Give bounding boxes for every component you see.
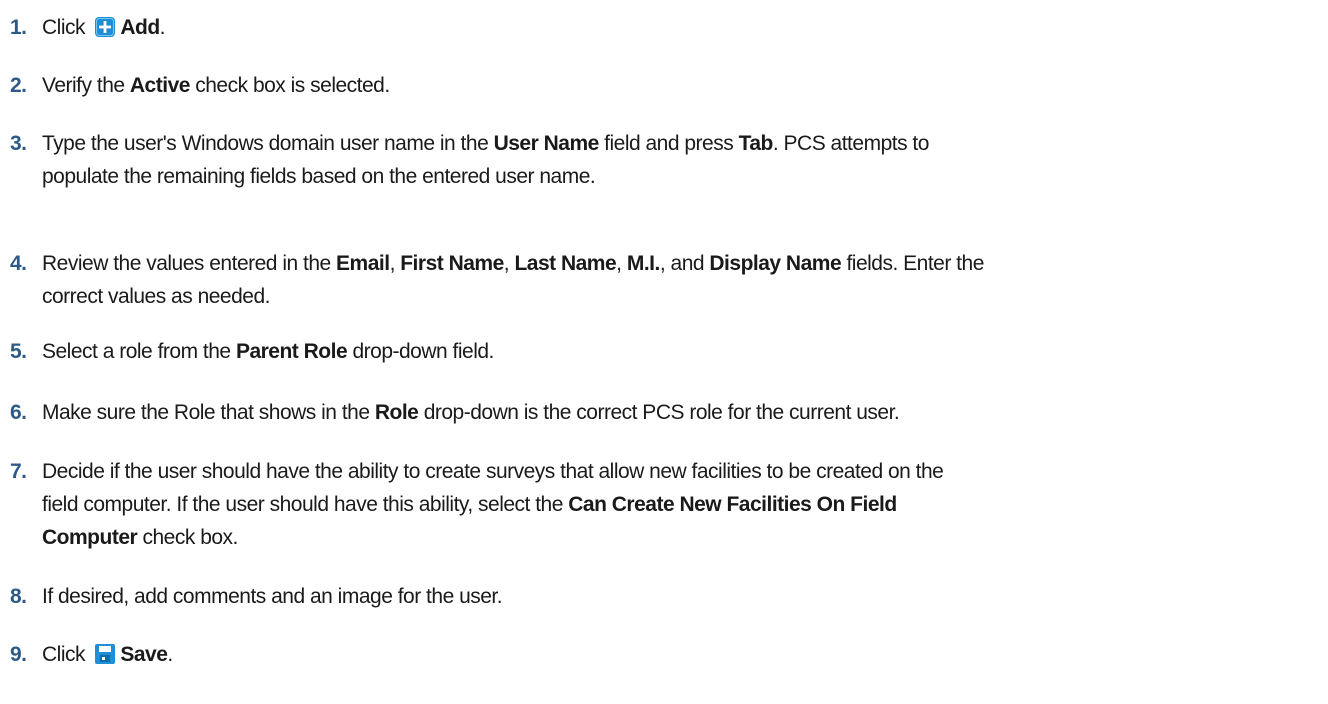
step-number: 1.: [10, 16, 27, 39]
step-text-line: Type the user's Windows domain user name…: [42, 127, 1312, 160]
step-number: 6.: [10, 401, 27, 424]
text-run: If desired, add comments and an image fo…: [42, 585, 503, 608]
text-run: . PCS attempts to: [772, 132, 930, 155]
step-text-line: Computer check box.: [42, 521, 1312, 554]
text-run: check box.: [137, 526, 239, 549]
text-run: correct values as needed.: [42, 285, 270, 308]
step-text-line: If desired, add comments and an image fo…: [42, 580, 1312, 613]
bold-term: User Name: [493, 132, 600, 155]
step-text-line: populate the remaining fields based on t…: [42, 160, 1312, 193]
text-run: Click: [42, 643, 91, 666]
bold-term: M.I.: [626, 252, 661, 275]
text-run: ,: [389, 252, 401, 275]
step-number: 8.: [10, 585, 27, 608]
text-run: drop-down is the correct PCS role for th…: [418, 401, 900, 424]
step-text-line: Verify the Active check box is selected.: [42, 69, 1312, 102]
text-run: Make sure the Role that shows in the: [42, 401, 375, 424]
text-run: Click: [42, 16, 91, 39]
text-run: populate the remaining fields based on t…: [42, 165, 596, 188]
step-text: Type the user's Windows domain user name…: [42, 127, 1312, 193]
text-run: Verify the: [42, 74, 130, 97]
bold-term: Display Name: [709, 252, 842, 275]
text-run: drop-down field.: [347, 340, 494, 363]
step-text: If desired, add comments and an image fo…: [42, 580, 1312, 613]
step-text-line: Click Add.: [42, 11, 1312, 44]
save-icon: [94, 642, 116, 664]
text-run: ,: [616, 252, 627, 275]
text-run: Select a role from the: [42, 340, 236, 363]
step-text-line: Click Save.: [42, 638, 1312, 671]
step-number: 5.: [10, 340, 27, 363]
bold-term: Active: [129, 74, 191, 97]
text-run: fields. Enter the: [841, 252, 984, 275]
step-text: Click Add.: [42, 11, 1312, 44]
step-text-line: correct values as needed.: [42, 280, 1312, 313]
step-number: 7.: [10, 460, 27, 483]
step-text: Decide if the user should have the abili…: [42, 455, 1312, 554]
text-run: .: [159, 16, 166, 39]
bold-term: Can Create New Facilities On Field: [568, 493, 897, 516]
bold-term: Role: [374, 401, 419, 424]
step-number: 2.: [10, 74, 27, 97]
bold-term: Email: [336, 252, 390, 275]
step-text-line: Decide if the user should have the abili…: [42, 455, 1312, 488]
step-text: Make sure the Role that shows in the Rol…: [42, 396, 1312, 429]
bold-term: Tab: [738, 132, 774, 155]
text-run: check box is selected.: [189, 74, 390, 97]
step-text: Verify the Active check box is selected.: [42, 69, 1312, 102]
step-number: 9.: [10, 643, 27, 666]
text-run: , and: [659, 252, 710, 275]
text-run: field and press: [598, 132, 739, 155]
step-text: Review the values entered in the Email , …: [42, 247, 1312, 313]
step-text-line: field computer. If the user should have …: [42, 488, 1312, 521]
bold-term: First Name: [400, 252, 504, 275]
step-number: 3.: [10, 132, 27, 155]
step-text-line: Select a role from the Parent Role drop-…: [42, 335, 1312, 368]
bold-term: Parent Role: [235, 340, 348, 363]
step-text: Select a role from the Parent Role drop-…: [42, 335, 1312, 368]
step-text: Click Save.: [42, 638, 1312, 671]
text-run: ,: [503, 252, 515, 275]
text-run: Decide if the user should have the abili…: [42, 460, 944, 483]
step-text-line: Review the values entered in the Email , …: [42, 247, 1312, 280]
text-run: field computer. If the user should have …: [42, 493, 569, 516]
bold-term: Last Name: [514, 252, 617, 275]
text-run: Type the user's Windows domain user name…: [42, 132, 494, 155]
step-number: 4.: [10, 252, 27, 275]
step-text-line: Make sure the Role that shows in the Rol…: [42, 396, 1312, 429]
bold-term: Add: [120, 16, 160, 39]
text-run: Review the values entered in the: [42, 252, 337, 275]
bold-term: Computer: [42, 526, 138, 549]
bold-term: Save: [120, 643, 168, 666]
text-run: .: [167, 643, 173, 666]
add-icon: [94, 15, 116, 37]
